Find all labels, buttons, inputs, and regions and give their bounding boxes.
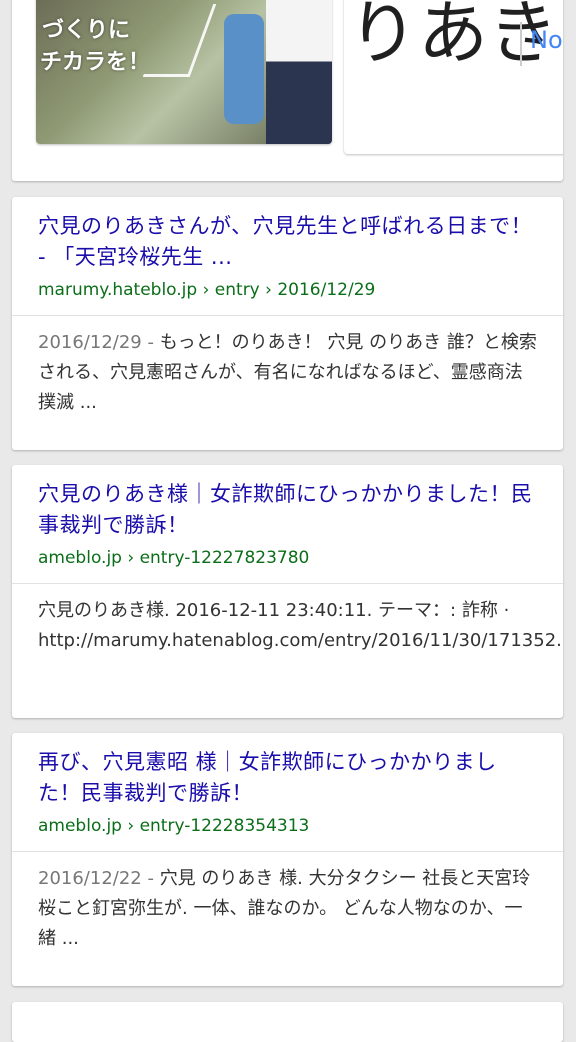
result-url: ameblo.jp › entry-12228354313 — [38, 816, 310, 836]
knowledge-name-tile[interactable]: りあき Nori — [344, 0, 563, 154]
result-header[interactable]: 再び、穴見憲昭 様｜女詐欺師にひっかかりました！民事裁判で勝訴！ ameblo.… — [12, 733, 563, 852]
result-title-link[interactable]: 穴見のりあきさんが、穴見先生と呼ばれる日まで！ - 「天宮玲桜先生 ... — [38, 211, 537, 273]
name-tile-large-text: りあき — [348, 0, 558, 74]
thumbnail-text-line2: チカラを！ — [40, 50, 151, 75]
name-tile-divider — [520, 22, 522, 66]
search-result-card: 穴見のりあき様｜女詐欺師にひっかかりました！民事裁判で勝訴！ ameblo.jp… — [12, 465, 563, 718]
result-snippet-text: 穴見のりあき様. 2016-12-11 23:40:11. テーマ：: 詐称 ·… — [38, 600, 562, 651]
thumbnail-text-line1: づくりに — [42, 18, 131, 43]
child-figure — [224, 14, 264, 124]
result-snippet: 穴見のりあき様. 2016-12-11 23:40:11. テーマ：: 詐称 ·… — [12, 584, 563, 670]
next-result-card — [12, 1002, 563, 1042]
result-snippet: 2016/12/22 - 穴見 のりあき 様. 大分タクシー 社長と天宮玲桜こと… — [12, 852, 563, 968]
search-result-card: 穴見のりあきさんが、穴見先生と呼ばれる日まで！ - 「天宮玲桜先生 ... ma… — [12, 197, 563, 450]
result-header[interactable]: 穴見のりあきさんが、穴見先生と呼ばれる日まで！ - 「天宮玲桜先生 ... ma… — [12, 197, 563, 316]
result-date: 2016/12/29 - — [38, 332, 160, 353]
result-header[interactable]: 穴見のりあき様｜女詐欺師にひっかかりました！民事裁判で勝訴！ ameblo.jp… — [12, 465, 563, 584]
name-tile-small-text: Nori — [530, 26, 563, 54]
result-url: marumy.hateblo.jp › entry › 2016/12/29 — [38, 280, 376, 300]
adult-figure — [266, 0, 332, 144]
result-date: 2016/12/22 - — [38, 868, 160, 889]
result-snippet: 2016/12/29 - もっと！のりあき！ 穴見 のりあき 誰？と検索される、… — [12, 316, 563, 432]
result-title-link[interactable]: 穴見のりあき様｜女詐欺師にひっかかりました！民事裁判で勝訴！ — [38, 479, 537, 541]
bracket-shape — [142, 4, 217, 77]
carousel-image-thumbnail[interactable]: づくりに チカラを！ — [36, 0, 332, 144]
top-carousel-card: づくりに チカラを！ りあき Nori — [12, 0, 563, 181]
result-url: ameblo.jp › entry-12227823780 — [38, 548, 310, 568]
search-result-card: 再び、穴見憲昭 様｜女詐欺師にひっかかりました！民事裁判で勝訴！ ameblo.… — [12, 733, 563, 986]
result-title-link[interactable]: 再び、穴見憲昭 様｜女詐欺師にひっかかりました！民事裁判で勝訴！ — [38, 747, 537, 809]
